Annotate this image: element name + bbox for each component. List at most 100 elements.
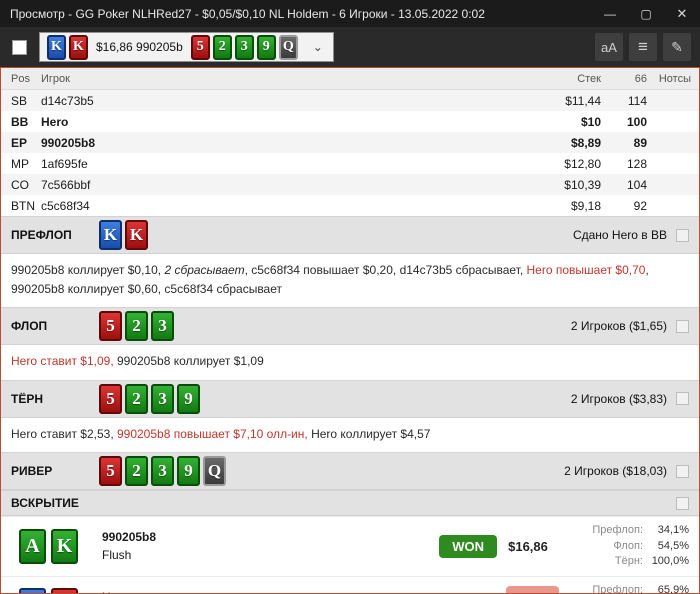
list-view-button[interactable]: ≡ (629, 33, 657, 61)
player-row[interactable]: BTN c5c68f34 $9,18 92 (1, 195, 699, 216)
hand-selector-dropdown[interactable]: K K $16,86 990205b 5 2 3 9 Q ⌄ (39, 32, 334, 62)
player-pos: BTN (1, 199, 41, 213)
toolbar: K K $16,86 990205b 5 2 3 9 Q ⌄ aA ≡ ✎ (0, 27, 700, 67)
river-checkbox[interactable] (676, 465, 689, 478)
close-button[interactable]: ✕ (664, 0, 700, 27)
titlebar: Просмотр - GG Poker NLHRed27 - $0,05/$0,… (0, 0, 700, 27)
turn-checkbox[interactable] (676, 392, 689, 405)
action-segment: Hero коллирует $4,57 (308, 427, 431, 441)
action-segment: Hero ставит $1,09, (11, 354, 114, 368)
action-segment: 990205b8 повышает $7,10 олл-ин, (117, 427, 308, 441)
equity-label: Префлоп: (592, 583, 643, 594)
equity-label: Флоп: (613, 539, 643, 554)
player-name: Hero (41, 115, 511, 129)
section-river: РИВЕР 5 2 3 9 Q 2 Игроков ($18,03) (1, 452, 699, 490)
equity-value: 54,5% (643, 539, 689, 554)
board-card-icon: 3 (235, 35, 254, 60)
player-bb: 89 (601, 136, 647, 150)
section-label: ТЁРН (11, 392, 99, 406)
hand-viewer-window: Просмотр - GG Poker NLHRed27 - $0,05/$0,… (0, 0, 700, 594)
player-pos: CO (1, 178, 41, 192)
player-row[interactable]: EP 990205b8 $8,89 89 (1, 132, 699, 153)
preflop-checkbox[interactable] (676, 229, 689, 242)
hand-summary-label: $16,86 990205b (96, 40, 183, 54)
equity-label: Префлоп: (592, 523, 643, 538)
board-card-icon: 2 (213, 35, 232, 60)
showdown-player-name: 990205b8 (102, 528, 156, 546)
turn-cards: 5 2 3 9 (99, 384, 200, 414)
player-row[interactable]: SB d14c73b5 $11,44 114 (1, 90, 699, 111)
card-icon: 2 (125, 456, 148, 486)
font-size-button[interactable]: aA (595, 33, 623, 61)
hero-card-icon: K (47, 35, 66, 60)
showdown-row: K K Hero One Pair Lost mucks Префлоп:65,… (1, 576, 699, 594)
equity-value: 34,1% (643, 523, 689, 538)
equity-value: 65,9% (643, 583, 689, 594)
player-row[interactable]: CO 7c566bbf $10,39 104 (1, 174, 699, 195)
card-icon: A (19, 529, 46, 564)
board-card-icon: Q (279, 35, 298, 60)
player-bb: 104 (601, 178, 647, 192)
card-icon: K (99, 220, 122, 250)
section-showdown: ВСКРЫТИЕ (1, 490, 699, 516)
window-title: Просмотр - GG Poker NLHRed27 - $0,05/$0,… (0, 7, 592, 21)
card-icon: K (51, 588, 78, 594)
showdown-hand-rank: Flush (102, 546, 156, 564)
hand-history-content: Pos Игрок Стек 66 Нотсы SB d14c73b5 $11,… (0, 67, 700, 594)
player-bb: 92 (601, 199, 647, 213)
header-stack: Стек (511, 73, 601, 85)
player-row[interactable]: BB Hero $10 100 (1, 111, 699, 132)
action-segment: 990205b8 коллирует $1,09 (114, 354, 264, 368)
flop-checkbox[interactable] (676, 320, 689, 333)
action-segment: Hero ставит $2,53, (11, 427, 117, 441)
action-segment: 2 сбрасывает (164, 263, 244, 277)
edit-note-button[interactable]: ✎ (663, 33, 691, 61)
card-icon: Q (203, 456, 226, 486)
equity-label: Тёрн: (615, 554, 643, 569)
player-hole-cards: A K (19, 529, 78, 564)
header-pos: Pos (1, 73, 41, 85)
player-bb: 114 (601, 94, 647, 108)
section-preflop: ПРЕФЛОП K K Сдано Hero в BB (1, 216, 699, 254)
players-table-header: Pos Игрок Стек 66 Нотсы (1, 68, 699, 90)
player-hole-cards: K K (19, 588, 78, 594)
action-segment: 990205b8 коллирует $0,10, (11, 263, 164, 277)
player-pos: MP (1, 157, 41, 171)
river-cards: 5 2 3 9 Q (99, 456, 226, 486)
player-stack: $10,39 (511, 178, 601, 192)
card-icon: 9 (177, 456, 200, 486)
flop-actions: Hero ставит $1,09, 990205b8 коллирует $1… (1, 345, 699, 380)
player-stack: $12,80 (511, 157, 601, 171)
card-icon: 3 (151, 456, 174, 486)
section-label: ВСКРЫТИЕ (11, 496, 99, 510)
section-info: 2 Игроков ($3,83) (571, 392, 667, 406)
hero-cards: K K (99, 220, 148, 250)
equity-block: Префлоп:65,9% Флоп:45,5% Тёрн:0,0% (563, 583, 689, 594)
showdown-checkbox[interactable] (676, 497, 689, 510)
card-icon: K (19, 588, 46, 594)
minimize-button[interactable]: — (592, 0, 628, 27)
section-info: Сдано Hero в BB (573, 228, 667, 242)
won-amount: $16,86 (497, 539, 559, 554)
equity-value: 100,0% (643, 554, 689, 569)
section-flop: ФЛОП 5 2 3 2 Игроков ($1,65) (1, 307, 699, 345)
maximize-button[interactable]: ▢ (628, 0, 664, 27)
chevron-down-icon: ⌄ (313, 40, 323, 54)
card-icon: 9 (177, 384, 200, 414)
card-icon: 5 (99, 311, 122, 341)
hand-select-checkbox[interactable] (12, 40, 27, 55)
showdown-player-name: Hero (102, 588, 149, 594)
player-name: 7c566bbf (41, 178, 511, 192)
section-info: 2 Игроков ($1,65) (571, 319, 667, 333)
player-stack: $11,44 (511, 94, 601, 108)
action-segment: Hero повышает $0,70 (527, 263, 646, 277)
card-icon: 5 (99, 456, 122, 486)
board-card-icon: 5 (191, 35, 210, 60)
player-name: d14c73b5 (41, 94, 511, 108)
section-label: РИВЕР (11, 464, 99, 478)
header-player: Игрок (41, 73, 511, 85)
header-notes: Нотсы (647, 73, 699, 85)
player-row[interactable]: MP 1af695fe $12,80 128 (1, 153, 699, 174)
player-bb: 100 (601, 115, 647, 129)
header-bb: 66 (601, 73, 647, 85)
